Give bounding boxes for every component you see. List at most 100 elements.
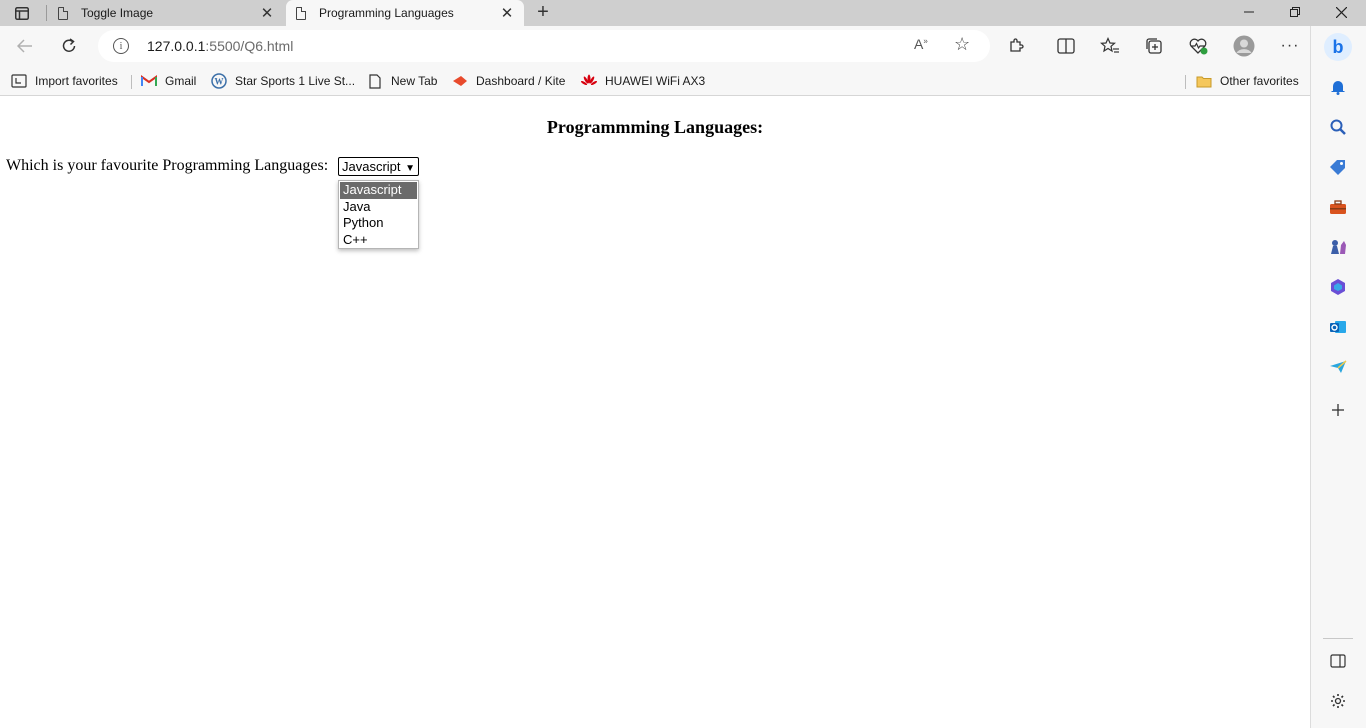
option-python[interactable]: Python: [339, 215, 418, 232]
page-content: Programmming Languages: Which is your fa…: [0, 97, 1310, 728]
page-icon: [296, 6, 306, 20]
split-screen-button[interactable]: [1053, 33, 1079, 59]
favorite-new-tab[interactable]: New Tab: [367, 71, 437, 91]
chevron-down-icon: ▼: [405, 163, 415, 174]
favorite-label: Gmail: [165, 74, 197, 88]
gear-icon: [1331, 694, 1345, 708]
option-cpp[interactable]: C++: [339, 232, 418, 249]
favorite-label: HUAWEI WiFi AX3: [605, 74, 706, 88]
other-favorites-label: Other favorites: [1220, 74, 1299, 88]
notifications-button[interactable]: [1325, 74, 1351, 100]
option-javascript[interactable]: Javascript: [340, 182, 417, 199]
favorite-import[interactable]: Import favorites: [11, 71, 118, 91]
add-favorite-star-icon[interactable]: ☆: [954, 34, 970, 55]
browser-toolbar: i 127.0.0.1:5500/Q6.html A» ☆ ···: [0, 26, 1310, 66]
favorites-bar: Import favorites Gmail W Star Sports 1 L…: [0, 66, 1310, 96]
svg-text:b: b: [1333, 37, 1344, 57]
back-arrow-icon: [17, 39, 32, 53]
site-info-icon[interactable]: i: [113, 38, 129, 54]
favorite-star-sports[interactable]: W Star Sports 1 Live St...: [211, 71, 355, 91]
tab-toggle-image[interactable]: Toggle Image ✕: [48, 0, 284, 26]
tab-title: Toggle Image: [81, 6, 154, 20]
wordpress-icon: W: [211, 73, 227, 89]
search-button[interactable]: [1325, 114, 1351, 140]
avatar-icon: [1233, 35, 1255, 57]
favorite-huawei[interactable]: HUAWEI WiFi AX3: [581, 71, 705, 91]
outlook-button[interactable]: [1325, 314, 1351, 340]
profile-button[interactable]: [1231, 33, 1257, 59]
chess-icon: [1331, 240, 1346, 254]
gmail-icon: [141, 73, 157, 89]
tag-icon: [1330, 160, 1345, 175]
favorite-label: Star Sports 1 Live St...: [235, 74, 356, 88]
option-java[interactable]: Java: [339, 199, 418, 216]
read-aloud-icon[interactable]: A»: [914, 36, 928, 52]
close-tab-icon[interactable]: ✕: [258, 4, 276, 22]
sidebar-panel-icon: [1330, 654, 1346, 668]
more-dots-icon: ···: [1280, 37, 1300, 54]
favorite-kite[interactable]: Dashboard / Kite: [452, 71, 565, 91]
hide-sidebar-button[interactable]: [1325, 648, 1351, 674]
sidebar-divider: [1323, 638, 1353, 639]
tab-actions-icon: [15, 6, 29, 20]
performance-button[interactable]: [1185, 33, 1211, 59]
paper-plane-icon: [1330, 360, 1347, 373]
language-dropdown-list: Javascript Java Python C++: [338, 180, 419, 249]
favorites-star-icon: [1100, 37, 1119, 53]
import-icon: [11, 73, 27, 89]
toolbox-icon: [1330, 199, 1346, 214]
edge-sidebar: b: [1310, 26, 1366, 728]
plus-icon: [1332, 404, 1344, 416]
new-tab-button[interactable]: +: [532, 1, 554, 23]
bing-copilot-button[interactable]: b: [1323, 32, 1353, 62]
extensions-button[interactable]: [1004, 33, 1030, 59]
sidebar-settings-button[interactable]: [1325, 688, 1351, 714]
favorite-label: Import favorites: [35, 74, 118, 88]
close-window-button[interactable]: [1318, 0, 1364, 24]
favorite-label: New Tab: [391, 74, 438, 88]
office-icon: [1331, 279, 1345, 295]
heart-pulse-icon: [1189, 38, 1208, 55]
collections-icon: [1146, 38, 1162, 54]
refresh-button[interactable]: [56, 33, 82, 59]
split-screen-icon: [1057, 38, 1075, 54]
shopping-button[interactable]: [1325, 154, 1351, 180]
tools-button[interactable]: [1325, 194, 1351, 220]
tab-strip: Toggle Image ✕ Programming Languages ✕ +: [0, 0, 1366, 26]
back-button[interactable]: [12, 33, 38, 59]
address-bar[interactable]: i 127.0.0.1:5500/Q6.html A» ☆: [98, 30, 990, 62]
outlook-icon: [1330, 321, 1346, 333]
favorite-gmail[interactable]: Gmail: [141, 71, 196, 91]
other-favorites-folder[interactable]: Other favorites: [1196, 71, 1299, 91]
favorites-button[interactable]: [1097, 33, 1123, 59]
kite-icon: [452, 73, 468, 89]
favorite-label: Dashboard / Kite: [476, 74, 566, 88]
page-heading: Programmming Languages:: [546, 117, 764, 137]
select-value: Javascript: [342, 159, 401, 174]
settings-more-button[interactable]: ···: [1277, 33, 1303, 59]
huawei-icon: [581, 73, 597, 89]
send-button[interactable]: [1325, 354, 1351, 380]
folder-icon: [1196, 73, 1212, 89]
page-icon: [367, 73, 383, 89]
microsoft365-button[interactable]: [1325, 274, 1351, 300]
search-icon: [1330, 119, 1346, 135]
collections-button[interactable]: [1141, 33, 1167, 59]
minimize-button[interactable]: [1226, 0, 1272, 24]
add-sidebar-app-button[interactable]: [1325, 397, 1351, 423]
favorites-separator: [1185, 75, 1186, 89]
tab-actions-button[interactable]: [8, 2, 36, 24]
bell-icon: [1331, 81, 1345, 95]
restore-button[interactable]: [1272, 0, 1318, 24]
puzzle-icon: [1010, 38, 1024, 52]
tab-programming-languages[interactable]: Programming Languages ✕: [286, 0, 524, 26]
close-tab-icon[interactable]: ✕: [498, 4, 516, 22]
language-select[interactable]: Javascript ▼: [338, 157, 419, 176]
tab-separator: [46, 5, 47, 21]
question-label: Which is your favourite Programming Lang…: [6, 157, 329, 174]
games-button[interactable]: [1325, 234, 1351, 260]
tab-title: Programming Languages: [319, 6, 454, 20]
svg-text:W: W: [215, 77, 224, 87]
url-text[interactable]: 127.0.0.1:5500/Q6.html: [147, 38, 293, 54]
bing-icon: b: [1324, 33, 1352, 61]
